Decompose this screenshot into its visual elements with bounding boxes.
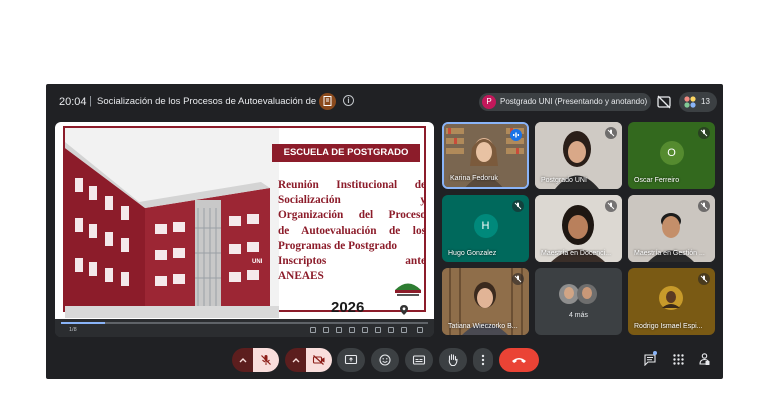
participant-tile[interactable]: Postgrado UNI <box>535 122 622 189</box>
speaking-indicator-icon <box>510 129 522 141</box>
document-icon[interactable] <box>319 93 336 110</box>
meeting-title: Socialización de los Procesos de Autoeva… <box>97 96 327 107</box>
participant-tile[interactable]: Tatiana Wieczorko B... <box>442 268 529 335</box>
school-banner: ESCUELA DE POSTGRADO <box>272 144 420 162</box>
activities-icon[interactable] <box>673 354 684 365</box>
meet-window: 20:04 | Socialización de los Procesos de… <box>46 84 723 379</box>
reactions-button[interactable] <box>371 348 399 372</box>
slide-progress[interactable] <box>61 322 428 324</box>
fullscreen-icon[interactable] <box>417 327 423 333</box>
slide-tool-5-icon[interactable] <box>362 327 368 333</box>
chat-icon[interactable] <box>644 354 656 366</box>
participant-tile[interactable]: O Oscar Ferreiro <box>628 122 715 189</box>
slide-tool-2-icon[interactable] <box>323 327 329 333</box>
camera-toggle-button[interactable] <box>306 348 332 372</box>
participant-name: Oscar Ferreiro <box>634 177 680 184</box>
presenter-avatar: P <box>482 95 496 109</box>
control-bar <box>46 342 723 379</box>
participant-avatar: H <box>473 213 498 238</box>
presentation-stage[interactable]: UNI ESCUELA DE POSTGRADO Reunión Institu… <box>55 122 434 337</box>
participant-name: Tatiana Wieczorko B... <box>448 323 518 330</box>
slide-tool-6-icon[interactable] <box>375 327 381 333</box>
participant-tile[interactable]: Rodrigo Ismael Espi... <box>628 268 715 335</box>
emoji-icon <box>379 354 391 366</box>
participant-name: Maestría en Gestión ... <box>634 250 705 257</box>
leave-call-button[interactable] <box>499 348 539 372</box>
chevron-up-icon <box>292 358 300 363</box>
slide-line-3: Organización del Proceso <box>278 209 426 222</box>
slide-tool-7-icon[interactable] <box>388 327 394 333</box>
participant-name: Rodrigo Ismael Espi... <box>634 323 703 330</box>
participant-avatar: O <box>659 140 684 165</box>
slide-page-number: 1/8 <box>69 327 77 333</box>
mic-options-button[interactable] <box>232 348 254 372</box>
participant-avatar <box>659 286 683 310</box>
slide-tool-4-icon[interactable] <box>349 327 355 333</box>
more-options-icon <box>481 354 485 366</box>
slide-line-2: Socialización y <box>278 194 426 207</box>
participant-name: Postgrado UNI <box>541 177 587 184</box>
slide-tool-1-icon[interactable] <box>310 327 316 333</box>
frame-off-icon[interactable] <box>655 93 673 111</box>
present-button[interactable] <box>337 348 365 372</box>
mic-off-icon <box>698 273 710 285</box>
mic-off-icon <box>698 127 710 139</box>
participant-tile[interactable]: H Hugo Gonzalez <box>442 195 529 262</box>
participant-tile[interactable]: Maestría en Docenci... <box>535 195 622 262</box>
top-bar: 20:04 | Socialización de los Procesos de… <box>46 84 723 120</box>
participant-name: Hugo Gonzalez <box>448 250 497 257</box>
annotation-pin-icon[interactable] <box>400 305 408 315</box>
presentation-slide: UNI ESCUELA DE POSTGRADO Reunión Institu… <box>55 122 434 319</box>
participant-avatars <box>559 284 597 304</box>
presenter-chip[interactable]: P Postgrado UNI (Presentando y anotando) <box>479 93 651 111</box>
slide-tool-3-icon[interactable] <box>336 327 342 333</box>
participants-button[interactable]: 13 <box>679 92 717 112</box>
raise-hand-button[interactable] <box>439 348 467 372</box>
building-sign: UNI <box>252 259 263 265</box>
chevron-up-icon <box>239 358 247 363</box>
chat-notification-dot <box>653 351 657 355</box>
slide-line-5: Programas de Postgrado <box>278 239 398 252</box>
mic-off-icon <box>512 200 524 212</box>
more-participants-tile[interactable]: 4 más <box>535 268 622 335</box>
captions-button[interactable] <box>405 348 433 372</box>
captions-icon <box>412 355 426 365</box>
slide-heading: Reunión Institucional de Socialización y… <box>278 178 426 284</box>
mic-off-icon <box>698 200 710 212</box>
aneaes-logo-icon <box>395 283 421 296</box>
info-icon[interactable]: i <box>343 95 354 106</box>
slide-line-1: Reunión Institucional de <box>278 179 426 191</box>
mic-toggle-button[interactable] <box>253 348 279 372</box>
presenter-label: Postgrado UNI (Presentando y anotando) <box>500 97 648 106</box>
title-separator: | <box>89 95 92 107</box>
slide-year: 2026 <box>331 299 365 316</box>
participant-name: Maestría en Docenci... <box>541 250 612 257</box>
slide-tool-8-icon[interactable] <box>401 327 407 333</box>
camera-options-button[interactable] <box>285 348 307 372</box>
mic-off-icon <box>605 200 617 212</box>
meeting-time: 20:04 <box>59 96 87 108</box>
slide-progress-fill <box>61 322 106 324</box>
camera-off-icon <box>312 355 325 365</box>
participant-count: 13 <box>701 97 710 106</box>
slide-line-4: de Autoevaluación de los <box>278 224 426 237</box>
more-options-button[interactable] <box>473 348 493 372</box>
participant-tile[interactable]: Karina Fedoruk <box>442 122 529 189</box>
people-icon <box>684 96 696 108</box>
present-screen-icon <box>344 354 358 365</box>
participant-tile[interactable]: Maestría en Gestión ... <box>628 195 715 262</box>
mic-off-icon <box>605 127 617 139</box>
building-illustration <box>65 128 279 318</box>
host-controls-icon[interactable] <box>699 353 710 366</box>
participant-name: Karina Fedoruk <box>450 175 498 182</box>
leave-call-icon <box>512 358 526 363</box>
slide-line-6: Inscriptos ante <box>278 255 426 268</box>
raise-hand-icon <box>448 354 458 367</box>
mic-off-icon <box>512 273 524 285</box>
mic-off-icon <box>261 355 271 365</box>
more-participants-label: 4 más <box>568 312 589 319</box>
slide-controls-bar: 1/8 <box>55 319 434 337</box>
